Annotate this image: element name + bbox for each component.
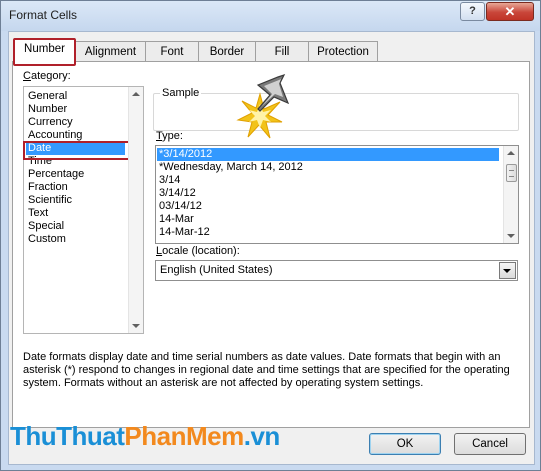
locale-dropdown[interactable]: English (United States): [155, 260, 518, 281]
tab-alignment[interactable]: Alignment: [75, 41, 146, 62]
watermark-part-3: .vn: [243, 421, 281, 451]
type-item[interactable]: 3/14: [159, 174, 180, 187]
cancel-button[interactable]: Cancel: [454, 433, 526, 455]
format-description: Date formats display date and time seria…: [23, 351, 510, 389]
tab-alignment-label: Alignment: [84, 46, 137, 58]
type-item[interactable]: *Wednesday, March 14, 2012: [159, 161, 303, 174]
tab-fill[interactable]: Fill: [255, 41, 309, 62]
scroll-down-icon[interactable]: [132, 324, 140, 328]
tab-border[interactable]: Border: [198, 41, 256, 62]
category-list[interactable]: General Number Currency Accounting Date …: [23, 86, 144, 334]
category-item-general[interactable]: General: [28, 90, 67, 103]
scroll-up-icon[interactable]: [132, 92, 140, 96]
type-label-text: ype:: [162, 130, 183, 142]
format-cells-dialog: Format Cells ? ✕ Number Alignment Font B…: [0, 0, 541, 471]
type-item[interactable]: *3/14/2012: [157, 148, 499, 161]
locale-value: English (United States): [160, 264, 273, 276]
type-item[interactable]: 14-Mar-12: [159, 226, 210, 239]
category-item-custom[interactable]: Custom: [28, 233, 66, 246]
scroll-up-icon[interactable]: [507, 151, 515, 155]
tab-font[interactable]: Font: [145, 41, 199, 62]
title-bar[interactable]: Format Cells ? ✕: [1, 1, 540, 31]
category-label-text: ategory:: [30, 70, 71, 82]
help-button[interactable]: ?: [460, 2, 485, 21]
category-item-currency[interactable]: Currency: [28, 116, 73, 129]
tab-font-label: Font: [160, 46, 184, 58]
sample-label: Sample: [160, 87, 202, 99]
dialog-title: Format Cells: [9, 8, 78, 22]
category-label: Category:: [23, 70, 71, 82]
category-item-special[interactable]: Special: [28, 220, 64, 233]
mouse-pointer-icon: [256, 73, 290, 112]
tab-border-label: Border: [209, 46, 245, 58]
category-item-scientific[interactable]: Scientific: [28, 194, 72, 207]
category-item-number[interactable]: Number: [28, 103, 67, 116]
tab-fill-label: Fill: [274, 46, 290, 58]
type-scrollbar[interactable]: [503, 146, 518, 243]
locale-label: Locale (location):: [156, 245, 240, 257]
watermark-part-1: ThuThuat: [10, 421, 125, 451]
category-label-accel: C: [23, 70, 31, 82]
tab-number[interactable]: Number: [13, 38, 76, 66]
sample-group: Sample: [153, 87, 519, 131]
close-button[interactable]: ✕: [486, 2, 534, 21]
category-item-text[interactable]: Text: [28, 207, 48, 220]
type-list[interactable]: *3/14/2012 *Wednesday, March 14, 2012 3/…: [155, 145, 519, 244]
ok-button[interactable]: OK: [369, 433, 441, 455]
watermark-part-2: PhanMem: [124, 421, 244, 451]
category-scrollbar[interactable]: [128, 87, 143, 333]
chevron-down-icon[interactable]: [499, 262, 516, 279]
tab-protection[interactable]: Protection: [308, 41, 378, 62]
tab-protection-label: Protection: [317, 46, 369, 58]
type-item[interactable]: 03/14/12: [159, 200, 202, 213]
scroll-thumb[interactable]: [506, 164, 517, 182]
category-item-percentage[interactable]: Percentage: [28, 168, 84, 181]
category-item-fraction[interactable]: Fraction: [28, 181, 68, 194]
watermark-logo: ThuThuatPhanMem.vn: [10, 421, 280, 452]
locale-label-text: ocale (location):: [162, 245, 240, 257]
scroll-down-icon[interactable]: [507, 234, 515, 238]
date-highlight-box: [23, 141, 130, 160]
highlight-box: [13, 38, 76, 66]
type-item[interactable]: 14-Mar: [159, 213, 194, 226]
type-item[interactable]: 3/14/12: [159, 187, 196, 200]
type-label: Type:: [156, 130, 183, 142]
